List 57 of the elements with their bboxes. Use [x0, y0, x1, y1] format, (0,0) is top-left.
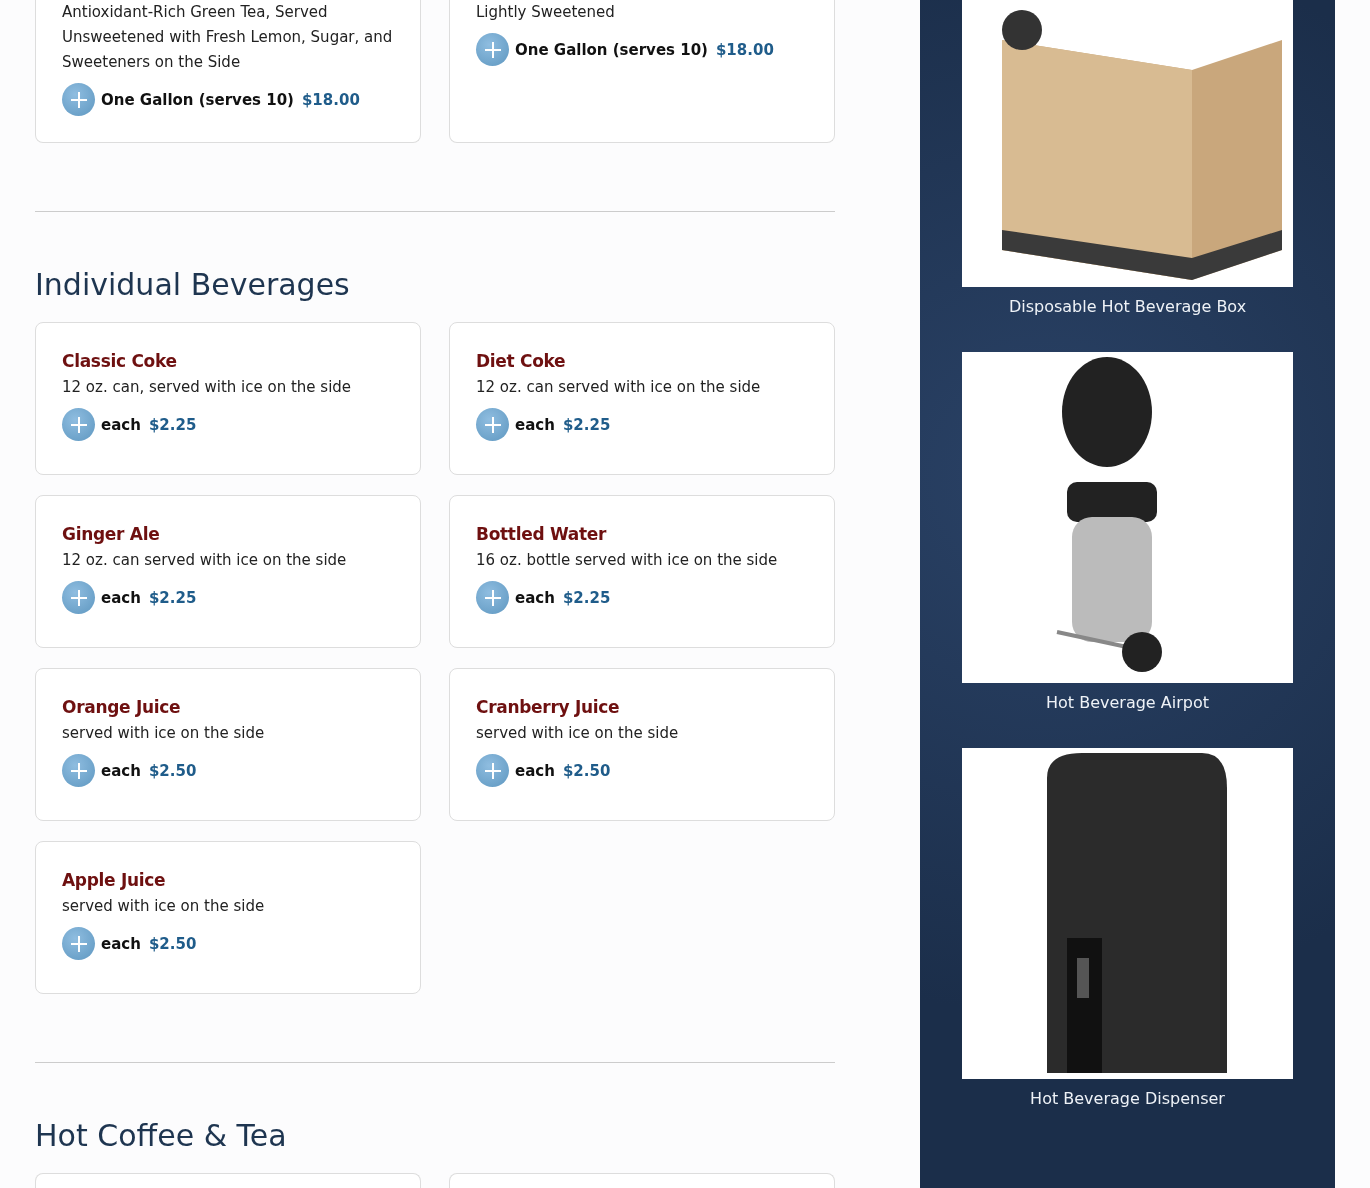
add-button[interactable] [476, 33, 509, 66]
product-caption: Disposable Hot Beverage Box [1008, 297, 1247, 316]
add-button[interactable] [476, 581, 509, 614]
item-name: Apple Juice [62, 870, 167, 890]
option-label: One Gallon (serves 10) [515, 40, 708, 59]
plus-icon [482, 760, 503, 781]
item-name: Cranberry Juice [476, 697, 621, 717]
item-description: Lightly Sweetened [476, 2, 616, 23]
add-button[interactable] [62, 408, 95, 441]
section-heading: Hot Coffee & Tea [35, 1118, 288, 1153]
add-button[interactable] [62, 581, 95, 614]
plus-icon [68, 414, 89, 435]
price: $2.25 [148, 415, 197, 434]
item-name: Orange Juice [62, 697, 182, 717]
option-label: One Gallon (serves 10) [101, 90, 294, 109]
price: $2.25 [562, 415, 611, 434]
add-button[interactable] [62, 83, 95, 116]
item-description: served with ice on the side [62, 723, 266, 744]
item-description: 12 oz. can served with ice on the side [62, 550, 348, 571]
option-label: each [101, 934, 141, 953]
item-description: Antioxidant-Rich Green Tea, Served Unsweetened with Fresh Lemon, Sugar, and Sweeteners on the Side [62, 2, 394, 73]
option-label: each [515, 588, 555, 607]
item-name: Ginger Ale [62, 524, 161, 544]
option-label: each [515, 761, 555, 780]
product-caption: Hot Beverage Dispenser [1030, 1089, 1225, 1108]
price: $2.50 [562, 761, 611, 780]
plus-icon [68, 760, 89, 781]
plus-icon [482, 39, 503, 60]
option-label: each [101, 761, 141, 780]
add-button[interactable] [62, 754, 95, 787]
price: $2.25 [148, 588, 197, 607]
item-description: 12 oz. can served with ice on the side [476, 377, 762, 398]
section-heading: Individual Beverages [35, 267, 351, 302]
option-label: each [101, 588, 141, 607]
item-description: 16 oz. bottle served with ice on the side [476, 550, 779, 571]
product-caption: Hot Beverage Airpot [1046, 693, 1209, 712]
price: $2.50 [148, 761, 197, 780]
plus-icon [68, 89, 89, 110]
item-description: 12 oz. can, served with ice on the side [62, 377, 353, 398]
item-name: Bottled Water [476, 524, 608, 544]
add-button[interactable] [476, 408, 509, 441]
plus-icon [68, 933, 89, 954]
item-name: Diet Coke [476, 351, 567, 371]
add-button[interactable] [476, 754, 509, 787]
price: $2.25 [562, 588, 611, 607]
plus-icon [68, 587, 89, 608]
price: $18.00 [715, 40, 774, 59]
option-label: each [515, 415, 555, 434]
plus-icon [482, 587, 503, 608]
plus-icon [482, 414, 503, 435]
item-name: Classic Coke [62, 351, 178, 371]
option-label: each [101, 415, 141, 434]
item-description: served with ice on the side [62, 896, 266, 917]
item-description: served with ice on the side [476, 723, 680, 744]
price: $2.50 [148, 934, 197, 953]
add-button[interactable] [62, 927, 95, 960]
price: $18.00 [301, 90, 360, 109]
